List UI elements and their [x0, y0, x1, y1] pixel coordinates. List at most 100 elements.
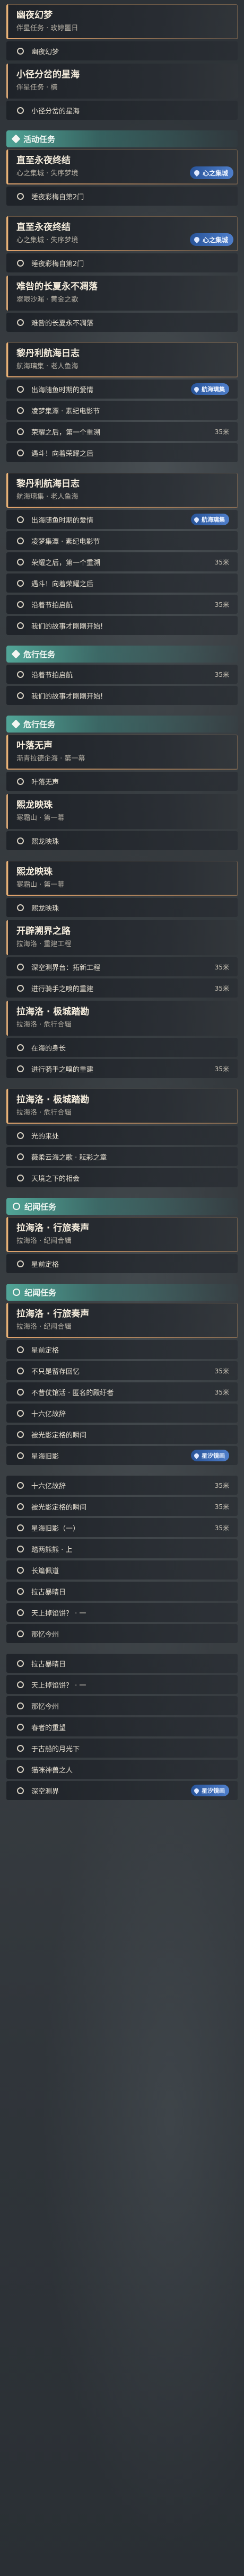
objective-item[interactable]: 睡夜彩梅自第2门: [6, 253, 238, 272]
quest-group: 纪闻任务 拉海洛 · 行旅奏声 拉海洛 · 纪闻合辑 星前定格 不只是留存回忆 3…: [6, 1284, 238, 1465]
quest-title: 幽夜幻梦: [16, 10, 53, 21]
objective-item[interactable]: 天上掉馅饼？ · 一: [6, 1675, 238, 1694]
objective-label: 难咎的长夏永不凋落: [31, 319, 94, 328]
circle-outline-icon: [17, 904, 24, 911]
objective-item[interactable]: 深空测界 星汐镜画: [6, 1781, 238, 1800]
category-header[interactable]: 纪闻任务: [6, 1284, 238, 1301]
objective-item[interactable]: 被光影定格的瞬间 35米: [6, 1497, 238, 1516]
quest-group: 直至永夜终结 心之集城 · 失序梦境 心之集城 睡夜彩梅自第2门 难咎的长夏永不…: [6, 216, 238, 332]
circle-outline-icon: [17, 1524, 24, 1531]
objective-item[interactable]: 那忆今州: [6, 1624, 238, 1643]
objective-item[interactable]: 睡夜彩梅自第2门: [6, 187, 238, 206]
quest-group: 幽夜幻梦 伴星任务 · 玫婷噩日 幽夜幻梦 小径分岔的星海 伴星任务 · 楠 小…: [6, 4, 238, 120]
objective-item[interactable]: 星海旧影（一） 35米: [6, 1518, 238, 1537]
objective-item[interactable]: 沿着节拍启航 35米: [6, 595, 238, 614]
objective-item[interactable]: 进行骑手之嗅的重建 35米: [6, 1059, 238, 1078]
objective-item[interactable]: 我们的故事才刚刚开始!: [6, 616, 238, 635]
location-badge[interactable]: 航海璃集: [191, 514, 229, 525]
objective-item[interactable]: 荣耀之后，第一个重溯 35米: [6, 552, 238, 571]
objective-item[interactable]: 星海旧影 星汐镜画: [6, 1446, 238, 1465]
objective-item[interactable]: 出海随鱼时期的爱情 航海璃集: [6, 380, 238, 399]
objective-item[interactable]: 星前定格: [6, 1340, 238, 1359]
category-header[interactable]: 活动任务: [6, 130, 238, 147]
objective-item[interactable]: 薇柔云海之歌 · 耘彩之章: [6, 1147, 238, 1166]
objective-item[interactable]: 进行骑手之嗅的重建 35米: [6, 978, 238, 998]
category-header[interactable]: 危行任务: [6, 716, 238, 733]
quest-subtitle: 渐青拉德企海 · 第一幕: [16, 755, 85, 763]
objective-label: 拉古暴晴日: [31, 1660, 66, 1669]
objective-label: 沿着节拍启航: [31, 601, 73, 610]
objective-item[interactable]: 十六亿故辞: [6, 1404, 238, 1423]
quest-card[interactable]: 熙龙映珠 寒霜山 · 第一幕: [6, 861, 238, 896]
quest-card[interactable]: 难咎的长夏永不凋落 翠眼沙漏 · 黄金之歌: [6, 276, 238, 311]
objective-item[interactable]: 不只是留存回忆 35米: [6, 1361, 238, 1380]
quest-card[interactable]: 叶落无声 渐青拉德企海 · 第一幕: [6, 735, 238, 770]
quest-card[interactable]: 拉海洛 · 极城踏勘 拉海洛 · 危行合辑: [6, 1089, 238, 1124]
objective-item[interactable]: 荣耀之后，第一个重溯 35米: [6, 422, 238, 441]
objective-item[interactable]: 遇斗！向着荣耀之后: [6, 443, 238, 462]
objective-item[interactable]: 沿着节拍启航 35米: [6, 665, 238, 684]
objective-item[interactable]: 在海的身长: [6, 1038, 238, 1057]
quest-card[interactable]: 小径分岔的星海 伴星任务 · 楠: [6, 64, 238, 99]
objective-item[interactable]: 长篇佩道: [6, 1560, 238, 1580]
quest-card[interactable]: 开辟溯界之路 拉海洛 · 重建工程: [6, 920, 238, 955]
quest-card[interactable]: 幽夜幻梦 伴星任务 · 玫婷噩日: [6, 4, 238, 39]
objective-item[interactable]: 天上掉馅饼？ · 一: [6, 1603, 238, 1622]
objective-item[interactable]: 凌梦集潭 · 素纪电影节: [6, 401, 238, 420]
objective-item[interactable]: 踏两熊熊 · 上: [6, 1539, 238, 1558]
objective-item[interactable]: 那忆今州: [6, 1696, 238, 1715]
objective-item[interactable]: 天境之下的相会: [6, 1168, 238, 1187]
circle-outline-icon: [17, 537, 24, 544]
objective-label: 星前定格: [31, 1346, 59, 1355]
objective-item[interactable]: 幽夜幻梦: [6, 41, 238, 60]
quest-card[interactable]: 熙龙映珠 寒霜山 · 第一幕: [6, 794, 238, 829]
quest-card[interactable]: 拉海洛 · 极城踏勘 拉海洛 · 危行合辑: [6, 1001, 238, 1036]
category-header[interactable]: 纪闻任务: [6, 1198, 238, 1215]
quest-card[interactable]: 黎丹利航海日志 航海璃集 · 老人鱼海: [6, 342, 238, 377]
objective-item[interactable]: 小径分岔的星海: [6, 101, 238, 120]
objective-item[interactable]: 深空测界台：拓新工程 35米: [6, 957, 238, 976]
quest-card[interactable]: 拉海洛 · 行旅奏声 拉海洛 · 纪闻合辑: [6, 1217, 238, 1252]
quest-card[interactable]: 拉海洛 · 行旅奏声 拉海洛 · 纪闻合辑: [6, 1303, 238, 1338]
map-pin-icon: [193, 516, 200, 523]
location-badge[interactable]: 心之集城: [189, 166, 233, 179]
quest-card[interactable]: 直至永夜终结 心之集城 · 失序梦境 心之集城: [6, 149, 238, 184]
objective-item[interactable]: 光的来处: [6, 1126, 238, 1145]
category-header[interactable]: 危行任务: [6, 646, 238, 663]
location-badge[interactable]: 航海璃集: [191, 383, 229, 395]
objective-item[interactable]: 凌梦集潭 · 素纪电影节: [6, 531, 238, 550]
objective-item[interactable]: 熙龙映珠: [6, 898, 238, 917]
objective-item[interactable]: 十六亿故辞 35米: [6, 1476, 238, 1495]
objective-item[interactable]: 熙龙映珠: [6, 831, 238, 850]
objective-item[interactable]: 出海随鱼时期的爱情 航海璃集: [6, 510, 238, 529]
objective-item[interactable]: 叶落无声: [6, 772, 238, 791]
objective-item[interactable]: 春者的重望: [6, 1717, 238, 1736]
objective-label: 小径分岔的星海: [31, 107, 80, 116]
location-badge[interactable]: 心之集城: [189, 233, 233, 246]
quest-title: 直至永夜终结: [16, 155, 71, 166]
circle-outline-icon: [17, 1681, 24, 1688]
objective-item[interactable]: 我们的故事才刚刚开始!: [6, 686, 238, 705]
objective-item[interactable]: 难咎的长夏永不凋落: [6, 313, 238, 332]
objective-item[interactable]: 被光影定格的瞬间: [6, 1425, 238, 1444]
quest-title: 熙龙映珠: [16, 800, 53, 810]
objective-item[interactable]: 拉古暴晴日: [6, 1582, 238, 1601]
circle-outline-icon: [17, 671, 24, 678]
circle-outline-icon: [17, 1787, 24, 1794]
objective-label: 熙龙映珠: [31, 904, 59, 913]
objective-item[interactable]: 猫咪神兽之人: [6, 1760, 238, 1779]
circle-outline-icon: [17, 259, 24, 267]
quest-card[interactable]: 直至永夜终结 心之集城 · 失序梦境 心之集城: [6, 216, 238, 251]
diamond-icon: [11, 134, 21, 144]
objective-item[interactable]: 星前定格: [6, 1254, 238, 1273]
objective-label: 深空测界: [31, 1787, 59, 1796]
objective-item[interactable]: 于古船的月光下: [6, 1739, 238, 1758]
map-pin-icon: [193, 1787, 200, 1794]
quest-card[interactable]: 黎丹利航海日志 航海璃集 · 老人鱼海: [6, 473, 238, 508]
objective-item[interactable]: 不昔仗馆活 · 匿名的殿纡者 35米: [6, 1382, 238, 1401]
location-badge[interactable]: 星汐镜画: [191, 1450, 229, 1461]
objective-item[interactable]: 拉古暴晴日: [6, 1654, 238, 1673]
location-badge[interactable]: 星汐镜画: [191, 1785, 229, 1796]
objective-item[interactable]: 遇斗！向着荣耀之后: [6, 574, 238, 593]
quest-title: 难咎的长夏永不凋落: [16, 281, 98, 292]
